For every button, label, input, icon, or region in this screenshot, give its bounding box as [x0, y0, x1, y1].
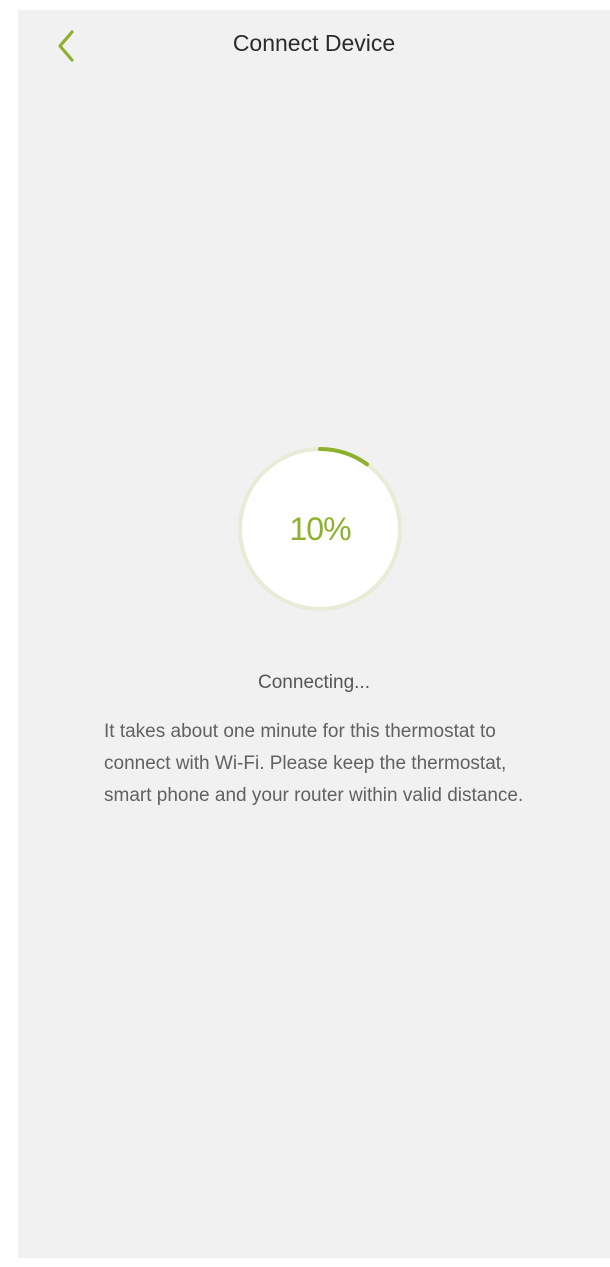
page-title: Connect Device — [232, 30, 396, 56]
connect-device-screen: Connect Device 10% Connecting... It take… — [18, 10, 610, 1258]
chevron-left-icon — [58, 30, 74, 62]
progress-ring: 10% — [234, 443, 406, 615]
progress-percent: 10% — [289, 511, 351, 547]
description-text: It takes about one minute for this therm… — [104, 721, 524, 806]
header: Connect Device — [18, 10, 610, 80]
status-text: Connecting... — [258, 672, 370, 693]
back-button[interactable] — [52, 26, 86, 66]
